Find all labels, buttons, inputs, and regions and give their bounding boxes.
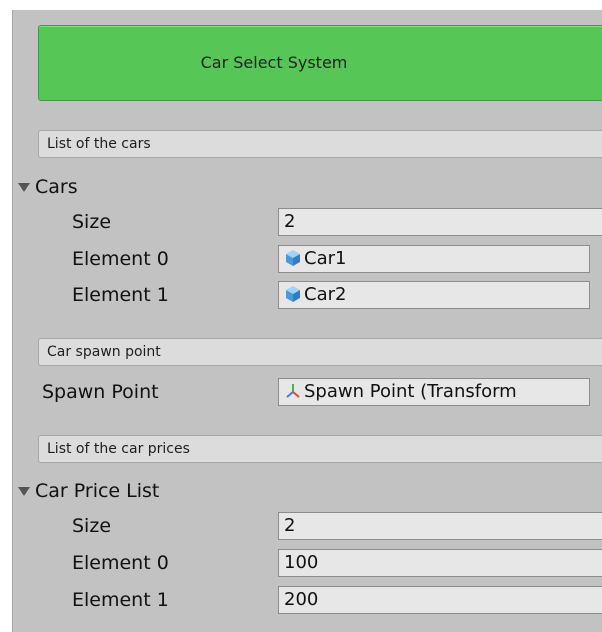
- header-banner: Car Select System: [38, 25, 602, 101]
- cars-section-header: List of the cars: [38, 130, 602, 158]
- cars-element-0-field[interactable]: Car1: [278, 245, 590, 273]
- cars-element-0-value: Car1: [304, 248, 347, 269]
- cube-icon: [286, 250, 300, 266]
- spawn-point-value: Spawn Point (Transform: [304, 381, 517, 402]
- prices-size-label: Size: [72, 515, 112, 537]
- cube-icon: [286, 286, 300, 302]
- spawn-point-label: Spawn Point: [42, 381, 159, 403]
- prices-element-0-label: Element 0: [72, 552, 169, 574]
- cars-element-0-label: Element 0: [72, 248, 169, 270]
- foldout-triangle-icon[interactable]: [18, 183, 30, 192]
- prices-section-header: List of the car prices: [38, 435, 602, 463]
- car-price-list-label: Car Price List: [35, 480, 160, 502]
- cars-element-1-label: Element 1: [72, 284, 169, 306]
- cars-element-1-field[interactable]: Car2: [278, 281, 590, 309]
- prices-element-1-label: Element 1: [72, 589, 169, 611]
- prices-element-0-input[interactable]: 100: [278, 549, 602, 577]
- spawn-point-field[interactable]: Spawn Point (Transform: [278, 378, 590, 406]
- foldout-triangle-icon[interactable]: [18, 487, 30, 496]
- cars-foldout[interactable]: Cars: [18, 173, 78, 201]
- prices-size-input[interactable]: 2: [278, 512, 602, 540]
- cars-element-1-value: Car2: [304, 284, 347, 305]
- prices-element-1-input[interactable]: 200: [278, 586, 602, 614]
- transform-icon: [286, 384, 300, 398]
- spawn-section-header: Car spawn point: [38, 338, 602, 366]
- cars-size-input[interactable]: 2: [278, 208, 602, 236]
- cars-label: Cars: [35, 176, 78, 198]
- car-price-list-foldout[interactable]: Car Price List: [18, 477, 159, 505]
- cars-size-label: Size: [72, 211, 112, 233]
- banner-title: Car Select System: [200, 53, 348, 72]
